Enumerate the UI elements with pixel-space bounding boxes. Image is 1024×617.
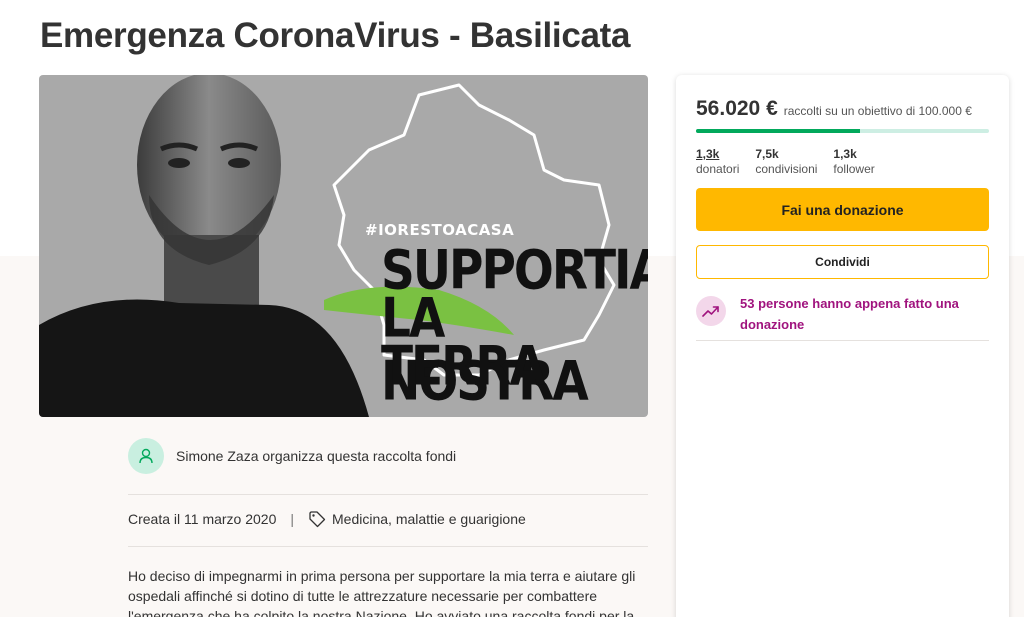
trending-up-icon <box>696 296 726 326</box>
meta-separator: | <box>290 511 295 527</box>
raised-amount: 56.020 € <box>696 97 778 120</box>
hero-hashtag: #IORESTOACASA <box>365 221 515 239</box>
stat-value: 1,3k <box>833 147 857 161</box>
campaign-meta: Creata il 11 marzo 2020 | Medicina, mala… <box>128 510 526 528</box>
progress-fill <box>696 129 861 133</box>
page-title: Emergenza CoronaVirus - Basilicata <box>40 16 631 55</box>
divider <box>128 546 648 547</box>
donation-card: 56.020 € raccolti su un obiettivo di 100… <box>676 75 1009 617</box>
recent-donations[interactable]: 53 persone hanno appena fatto una donazi… <box>696 293 980 335</box>
stat-label: follower <box>833 162 875 176</box>
category-link[interactable]: Medicina, malattie e guarigione <box>332 511 526 527</box>
stat-label: donatori <box>696 162 740 176</box>
campaign-hero-image: #IORESTOACASA SUPPORTIAMO LA NOSTRA TERR… <box>39 75 648 417</box>
divider <box>128 494 648 495</box>
stat-shares: 7,5k condivisioni <box>755 147 817 176</box>
divider <box>696 340 989 341</box>
organizer-avatar <box>128 438 164 474</box>
user-heart-icon <box>139 448 153 464</box>
stat-value: 7,5k <box>755 147 779 161</box>
hero-headline-line3: TERRA <box>381 335 546 399</box>
share-button[interactable]: Condividi <box>696 245 989 279</box>
stats-row: 1,3k donatori 7,5k condivisioni 1,3k fol… <box>696 147 891 176</box>
organizer-row[interactable]: Simone Zaza organizza questa raccolta fo… <box>128 438 456 474</box>
stat-value: 1,3k <box>696 147 720 161</box>
tag-icon <box>308 510 326 528</box>
created-date: Creata il 11 marzo 2020 <box>128 511 277 527</box>
recent-donations-text: 53 persone hanno appena fatto una donazi… <box>740 296 959 332</box>
stat-label: condivisioni <box>755 162 818 176</box>
organizer-text: Simone Zaza organizza questa raccolta fo… <box>176 448 457 464</box>
raised-summary: 56.020 € raccolti su un obiettivo di 100… <box>696 97 972 121</box>
progress-bar <box>696 129 989 133</box>
goal-text: raccolti su un obiettivo di 100.000 € <box>783 104 972 118</box>
donate-button[interactable]: Fai una donazione <box>696 188 989 231</box>
stat-followers: 1,3k follower <box>833 147 874 176</box>
campaign-description: Ho deciso di impegnarmi in prima persona… <box>128 568 636 617</box>
stat-donors[interactable]: 1,3k donatori <box>696 147 739 176</box>
